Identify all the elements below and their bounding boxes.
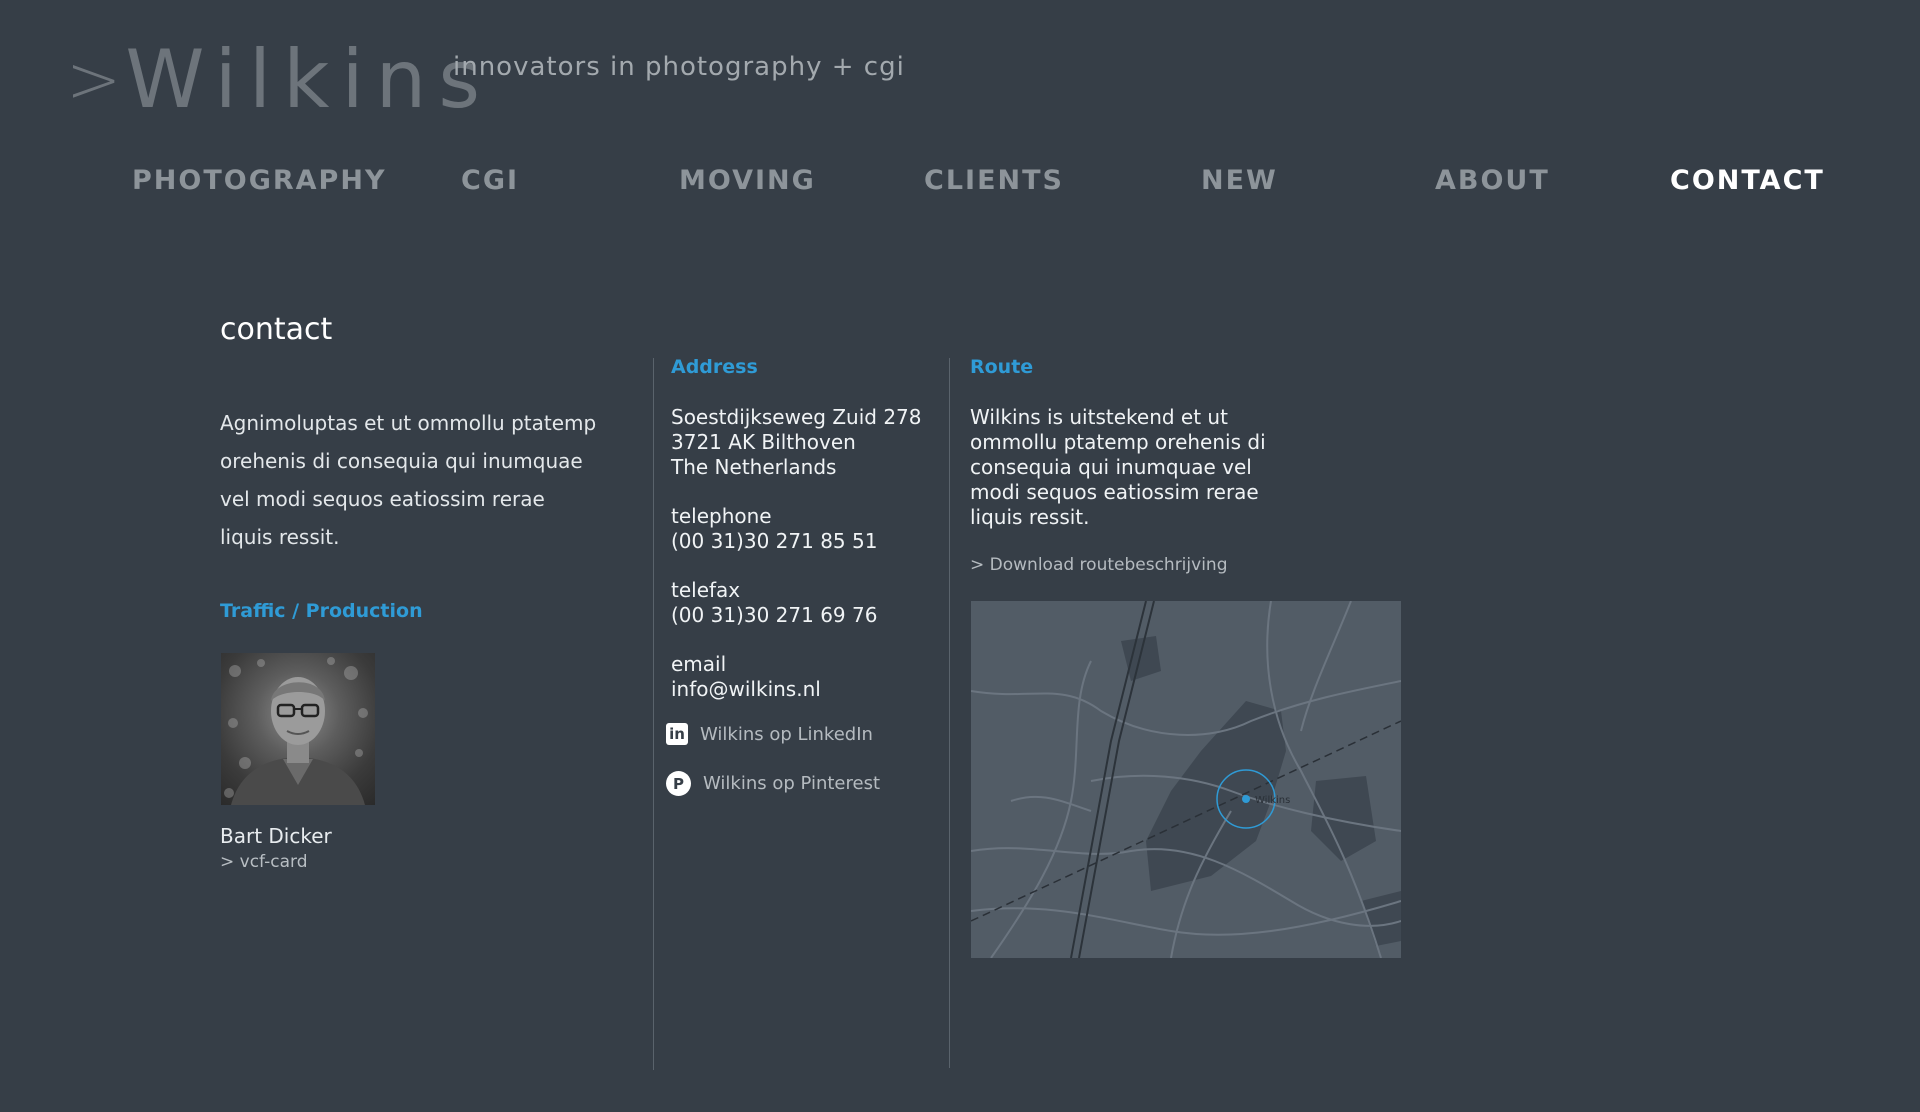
telefax-number: (00 31)30 271 69 76 (671, 603, 878, 627)
logo-wordmark: Wilkins (125, 33, 493, 126)
nav-item-photography[interactable]: PHOTOGRAPHY (132, 165, 387, 196)
address-label: Address (671, 356, 758, 378)
page-title: contact (220, 312, 333, 347)
address-block: Soestdijkseweg Zuid 278 3721 AK Bilthove… (671, 405, 931, 702)
person-photo (221, 653, 375, 805)
telefax-label: telefax (671, 578, 741, 602)
nav-item-contact[interactable]: CONTACT (1670, 165, 1825, 196)
page: > Wilkins innovators in photography + cg… (0, 0, 1920, 1112)
nav-item-cgi[interactable]: CGI (461, 165, 519, 196)
logo[interactable]: > Wilkins (66, 40, 492, 120)
nav-item-moving[interactable]: MOVING (679, 165, 816, 196)
logo-arrow: > (66, 41, 122, 118)
person-name: Bart Dicker (220, 824, 332, 848)
map-marker-label: Wilkins (1255, 795, 1290, 806)
linkedin-label: Wilkins op LinkedIn (700, 723, 873, 745)
intro-text: Agnimoluptas et ut ommollu ptatemp orehe… (220, 411, 597, 549)
telephone-label: telephone (671, 504, 772, 528)
route-text: Wilkins is uitstekend et ut ommollu ptat… (970, 405, 1266, 529)
nav-item-about[interactable]: ABOUT (1435, 165, 1550, 196)
linkedin-icon: in (666, 723, 688, 745)
pinterest-label: Wilkins op Pinterest (703, 773, 881, 794)
pinterest-link[interactable]: P Wilkins op Pinterest (666, 771, 880, 796)
route-label: Route (970, 356, 1034, 378)
address-street: Soestdijkseweg Zuid 278 (671, 405, 922, 429)
traffic-production-label: Traffic / Production (220, 600, 423, 622)
linkedin-link[interactable]: in Wilkins op LinkedIn (666, 723, 873, 745)
column-divider (949, 358, 950, 1068)
pinterest-icon: P (666, 771, 691, 796)
nav-item-new[interactable]: NEW (1201, 165, 1278, 196)
address-city: 3721 AK Bilthoven (671, 430, 856, 454)
email-link[interactable]: info@wilkins.nl (671, 677, 931, 702)
column-divider (653, 358, 654, 1070)
vcf-card-link[interactable]: > vcf-card (220, 852, 308, 872)
main-nav: PHOTOGRAPHY CGI MOVING CLIENTS NEW ABOUT… (0, 165, 1920, 205)
nav-item-clients[interactable]: CLIENTS (924, 165, 1064, 196)
route-map[interactable]: Wilkins (971, 601, 1401, 958)
email-label: email (671, 652, 727, 676)
address-country: The Netherlands (671, 455, 837, 479)
telephone-number[interactable]: (00 31)30 271 85 51 (671, 529, 931, 554)
tagline: innovators in photography + cgi (453, 52, 905, 82)
download-route-link[interactable]: > Download routebeschrijving (970, 555, 1227, 575)
